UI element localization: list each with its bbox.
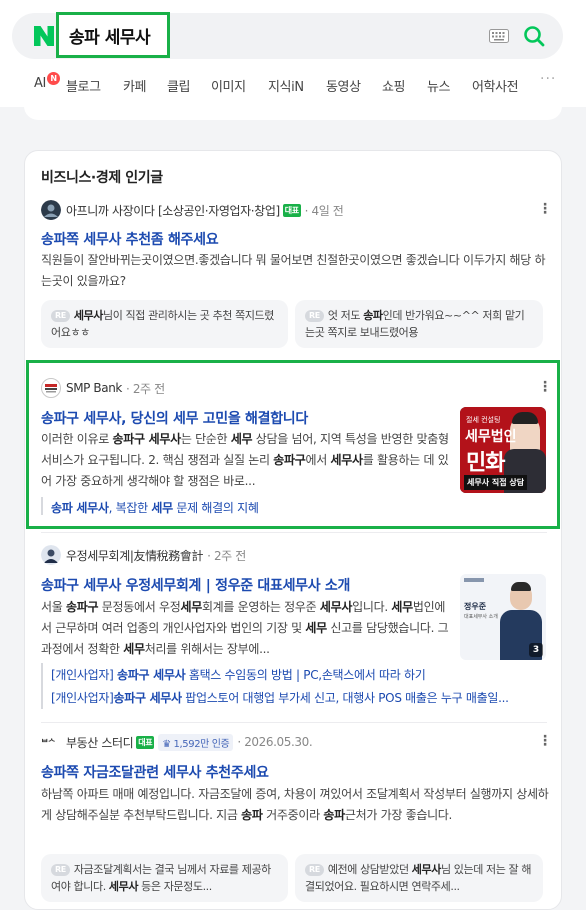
hair-shape bbox=[511, 582, 531, 591]
tab-shopping[interactable]: 쇼핑 bbox=[382, 76, 406, 95]
sub-link-bar bbox=[41, 663, 43, 709]
reply-badge: RE bbox=[51, 310, 70, 322]
post-time: · 2주 전 bbox=[207, 548, 246, 563]
post-title[interactable]: 송파쪽 세무사 추천좀 해주세요 bbox=[41, 229, 219, 249]
keyboard-icon[interactable] bbox=[489, 29, 509, 43]
highlight-box bbox=[26, 360, 560, 529]
reply-preview[interactable]: RE 엇 저도 송파인데 반가워요~~^^ 저희 맡기는곳 쪽지로 보내드렸어용 bbox=[295, 300, 543, 348]
tab-dictionary[interactable]: 어학사전 bbox=[472, 76, 519, 95]
search-bar[interactable]: 송파 세무사 bbox=[12, 12, 563, 59]
post-author[interactable]: 우정세무회계|友情稅務會計 · 2주 전 bbox=[41, 545, 246, 565]
new-badge: N bbox=[47, 72, 60, 85]
section-title: 비즈니스·경제 인기글 bbox=[41, 170, 163, 186]
reply-badge: RE bbox=[51, 864, 70, 876]
tab-clip[interactable]: 클립 bbox=[167, 76, 191, 95]
thumb-logo bbox=[464, 578, 484, 582]
author-name: 우정세무회계|友情稅務會計 bbox=[66, 548, 204, 563]
tab-image[interactable]: 이미지 bbox=[211, 76, 246, 95]
popular-posts-card: 비즈니스·경제 인기글 아프니까 사장이다 [소상공인·자영업자·창업] 대표 … bbox=[24, 150, 562, 910]
post-thumbnail[interactable]: 정우준 대표세무사 소개 3 bbox=[460, 574, 546, 660]
divider bbox=[41, 532, 547, 533]
post-description[interactable]: 직원들이 잘안바뀌는곳이였으면.좋겠습니다 뭐 물어보면 친절한곳이였으면 좋겠… bbox=[41, 250, 549, 292]
reply-badge: RE bbox=[305, 864, 324, 876]
search-header: 송파 세무사 AI N 블로그 카페 클립 이미지 지식iN 동영상 쇼핑 뉴스 … bbox=[0, 0, 586, 107]
tab-kin[interactable]: 지식iN bbox=[268, 76, 304, 95]
avatar: ᄇᄉ bbox=[41, 732, 61, 752]
reply-preview[interactable]: RE 예전에 상담받았던 세무사님 있는데 저는 잘 해결되었어요. 필요하시면 … bbox=[295, 854, 543, 902]
search-query: 송파 세무사 bbox=[69, 27, 151, 48]
svg-text:ᄇᄉ: ᄇᄉ bbox=[41, 738, 55, 747]
more-options-icon[interactable]: ⋮ bbox=[538, 734, 552, 748]
search-icon[interactable] bbox=[522, 24, 546, 48]
post-title[interactable]: 송파쪽 자금조달관련 세무사 추천주세요 bbox=[41, 762, 269, 782]
post-description[interactable]: 하남쪽 아파트 매매 예정입니다. 자금조달에 증여, 차용이 껴있어서 조달계… bbox=[41, 784, 549, 826]
representative-badge: 대표 bbox=[136, 735, 155, 749]
post-title[interactable]: 송파구 세무사 우정세무회계 | 정우준 대표세무사 소개 bbox=[41, 575, 350, 595]
previous-card-bottom bbox=[24, 104, 562, 120]
author-name: 아프니까 사장이다 [소상공인·자영업자·창업] bbox=[66, 203, 280, 218]
more-options-icon[interactable]: ⋮ bbox=[538, 202, 552, 216]
author-name: 부동산 스터디 bbox=[66, 735, 134, 750]
thumb-role: 대표세무사 소개 bbox=[464, 614, 498, 620]
related-post-link[interactable]: [개인사업자]송파구 세무사 팝업스토어 대행업 부가세 신고, 대행사 POS… bbox=[51, 689, 547, 706]
avatar bbox=[41, 545, 61, 565]
avatar bbox=[41, 200, 61, 220]
tab-news[interactable]: 뉴스 bbox=[427, 76, 451, 95]
tab-ai[interactable]: AI N bbox=[34, 72, 60, 91]
tab-blog[interactable]: 블로그 bbox=[66, 76, 101, 95]
post-author[interactable]: ᄇᄉ 부동산 스터디 대표 ♛ 1,592만 인증 · 2026.05.30. bbox=[41, 732, 313, 752]
post-description[interactable]: 서울 송파구 문정동에서 우정세무회계를 운영하는 정우준 세무사입니다. 세무… bbox=[41, 597, 449, 660]
divider bbox=[41, 722, 547, 723]
image-count-badge: 3 bbox=[529, 643, 543, 657]
search-input[interactable]: 송파 세무사 bbox=[56, 12, 170, 58]
tab-bar: AI N 블로그 카페 클립 이미지 지식iN 동영상 쇼핑 뉴스 어학사전 ··… bbox=[0, 70, 586, 100]
post-time: · 2026.05.30. bbox=[237, 735, 313, 749]
post-author[interactable]: 아프니까 사장이다 [소상공인·자영업자·창업] 대표 · 4일 전 bbox=[41, 200, 344, 220]
tab-cafe[interactable]: 카페 bbox=[123, 76, 147, 95]
fans-badge: ♛ 1,592만 인증 bbox=[158, 733, 234, 751]
naver-logo-icon[interactable] bbox=[32, 24, 56, 48]
reply-preview[interactable]: RE 세무사님이 직접 관리하시는 곳 추천 쪽지드렸어요ㅎㅎ bbox=[41, 300, 288, 348]
tab-video[interactable]: 동영상 bbox=[326, 76, 361, 95]
reply-badge: RE bbox=[305, 310, 324, 322]
more-tabs-icon[interactable]: ··· bbox=[540, 71, 556, 87]
thumb-name: 정우준 bbox=[464, 602, 487, 611]
reply-preview[interactable]: RE 자금조달계획서는 결국 님께서 자료를 제공하여야 합니다. 세무사 등은 … bbox=[41, 854, 288, 902]
related-post-link[interactable]: [개인사업자] 송파구 세무사 홈택스 수임동의 방법 | PC,손택스에서 따… bbox=[51, 666, 547, 683]
representative-badge: 대표 bbox=[282, 203, 301, 217]
post-time: · 4일 전 bbox=[304, 203, 344, 218]
